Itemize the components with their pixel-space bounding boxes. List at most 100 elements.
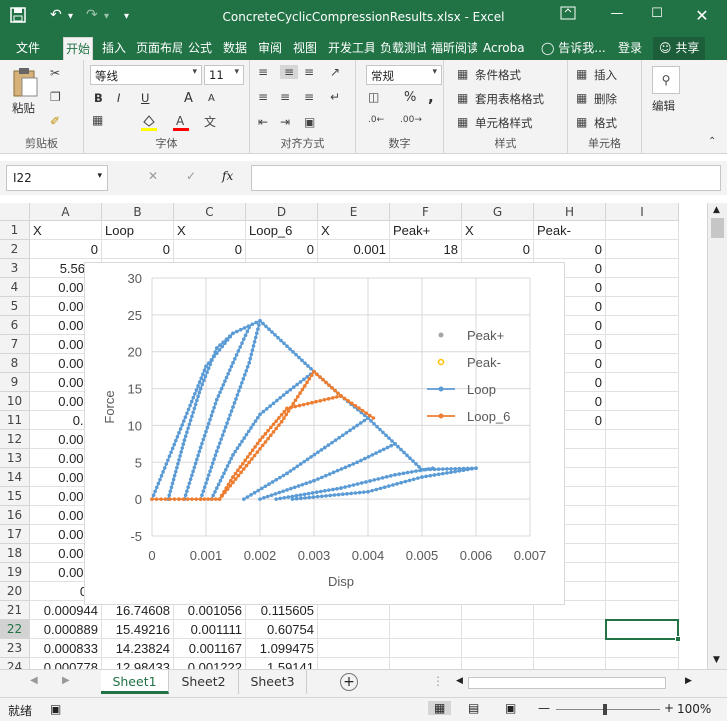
insert-cells-button[interactable]: 插入 [594,67,617,83]
table-cell[interactable]: Peak- [534,221,606,240]
ribbon-display-icon[interactable] [556,6,580,26]
row-header[interactable]: 6 [0,316,30,335]
table-cell[interactable] [606,468,679,487]
table-cell[interactable] [606,544,679,563]
redo-dropdown-icon[interactable]: ▾ [104,11,109,22]
table-cell[interactable]: 15.49216 [102,620,174,639]
table-cell[interactable] [606,392,679,411]
row-header[interactable]: 23 [0,639,30,658]
maximize-icon[interactable]: ☐ [645,6,669,26]
table-cell[interactable] [606,506,679,525]
align-bottom-icon[interactable]: ≡ [304,65,314,79]
table-cell[interactable]: X [462,221,534,240]
border-icon[interactable]: ▦ [92,113,103,127]
table-cell[interactable] [534,639,606,658]
table-cell[interactable] [462,658,534,669]
add-sheet-icon[interactable]: + [340,673,358,691]
table-cell[interactable]: Peak+ [390,221,462,240]
tab-data[interactable]: 数据 [221,37,249,60]
align-right-icon[interactable]: ≡ [304,90,314,104]
conditional-format-icon[interactable]: ▦ [457,67,468,81]
tell-me-search[interactable]: ◯ 告诉我... [539,37,608,60]
table-cell[interactable] [606,411,679,430]
table-cell[interactable] [462,639,534,658]
orientation-icon[interactable]: ↗ [330,65,340,79]
table-cell[interactable] [462,620,534,639]
table-cell[interactable]: 1.099475 [246,639,318,658]
scroll-thumb[interactable] [711,218,724,238]
sign-in-link[interactable]: 登录 [616,37,644,60]
table-cell[interactable]: Loop_6 [246,221,318,240]
row-header[interactable]: 24 [0,658,30,669]
scroll-down-icon[interactable]: ▼ [713,655,720,665]
cut-icon[interactable]: ✂ [50,66,60,80]
currency-icon[interactable]: ◫ [368,90,379,104]
close-icon[interactable]: ✕ [690,6,714,26]
row-header[interactable]: 22 [0,620,30,639]
zoom-slider[interactable] [556,704,660,715]
table-cell[interactable] [606,582,679,601]
tab-acrobat[interactable]: Acroba [481,37,527,60]
horizontal-scroll-thumb[interactable] [468,677,666,689]
table-cell[interactable]: 0.000833 [30,639,102,658]
table-cell[interactable] [606,240,679,259]
font-size-dropdown[interactable]: 11 ▾ [204,65,244,85]
table-cell[interactable] [534,658,606,669]
table-cell[interactable] [390,620,462,639]
column-header-h[interactable]: H [534,203,606,221]
table-cell[interactable] [606,658,679,669]
table-cell[interactable]: 1.59141 [246,658,318,669]
row-header[interactable]: 9 [0,373,30,392]
table-cell[interactable]: 0.000778 [30,658,102,669]
number-format-dropdown[interactable]: 常规 ▾ [366,65,442,85]
align-middle-icon[interactable]: ≡ [280,65,298,79]
bold-button[interactable]: B [94,91,103,105]
delete-cells-icon[interactable]: ▦ [576,91,587,105]
table-cell[interactable]: 14.23824 [102,639,174,658]
macro-record-icon[interactable]: ▣ [50,702,61,716]
tab-load-test[interactable]: 负载测试 [378,37,426,60]
table-cell[interactable] [606,487,679,506]
minimize-icon[interactable]: — [605,6,629,26]
table-cell[interactable]: 0.001111 [174,620,246,639]
row-header[interactable]: 2 [0,240,30,259]
row-header[interactable]: 14 [0,468,30,487]
row-header[interactable]: 18 [0,544,30,563]
scroll-right-icon[interactable]: ▶ [685,676,692,686]
tab-foxit-reader[interactable]: 福昕阅读 [429,37,477,60]
fill-handle[interactable] [675,636,681,642]
format-as-table-button[interactable]: 套用表格格式 [475,91,544,107]
table-cell[interactable]: 0 [102,240,174,259]
row-header[interactable]: 5 [0,297,30,316]
formula-input[interactable] [251,165,721,191]
table-cell[interactable]: 0.000889 [30,620,102,639]
table-cell[interactable] [318,658,390,669]
conditional-format-button[interactable]: 条件格式 [475,67,521,83]
row-header[interactable]: 17 [0,525,30,544]
page-break-view-icon[interactable]: ▣ [505,701,516,715]
format-cells-icon[interactable]: ▦ [576,115,587,129]
table-cell[interactable] [606,278,679,297]
phonetic-icon[interactable]: 文 [204,113,216,130]
table-cell[interactable] [390,639,462,658]
font-color-icon[interactable]: A [172,113,190,134]
paste-icon[interactable] [10,66,40,100]
sheet-tab-sheet1[interactable]: Sheet1 [101,670,169,694]
column-header-i[interactable]: I [606,203,679,221]
format-cells-button[interactable]: 格式 [594,115,617,131]
row-header[interactable]: 16 [0,506,30,525]
align-top-icon[interactable]: ≡ [258,65,268,79]
page-layout-view-icon[interactable]: ▤ [468,701,479,715]
row-header[interactable]: 7 [0,335,30,354]
column-header-c[interactable]: C [174,203,246,221]
table-cell[interactable] [606,449,679,468]
column-header-b[interactable]: B [102,203,174,221]
table-cell[interactable] [606,316,679,335]
percent-button[interactable]: % [404,90,416,105]
cancel-icon[interactable]: ✕ [148,169,158,183]
copy-icon[interactable]: ❐ [50,90,61,104]
row-header[interactable]: 11 [0,411,30,430]
table-cell[interactable] [534,620,606,639]
undo-dropdown-icon[interactable]: ▾ [68,11,73,22]
scroll-up-icon[interactable]: ▲ [713,205,720,215]
